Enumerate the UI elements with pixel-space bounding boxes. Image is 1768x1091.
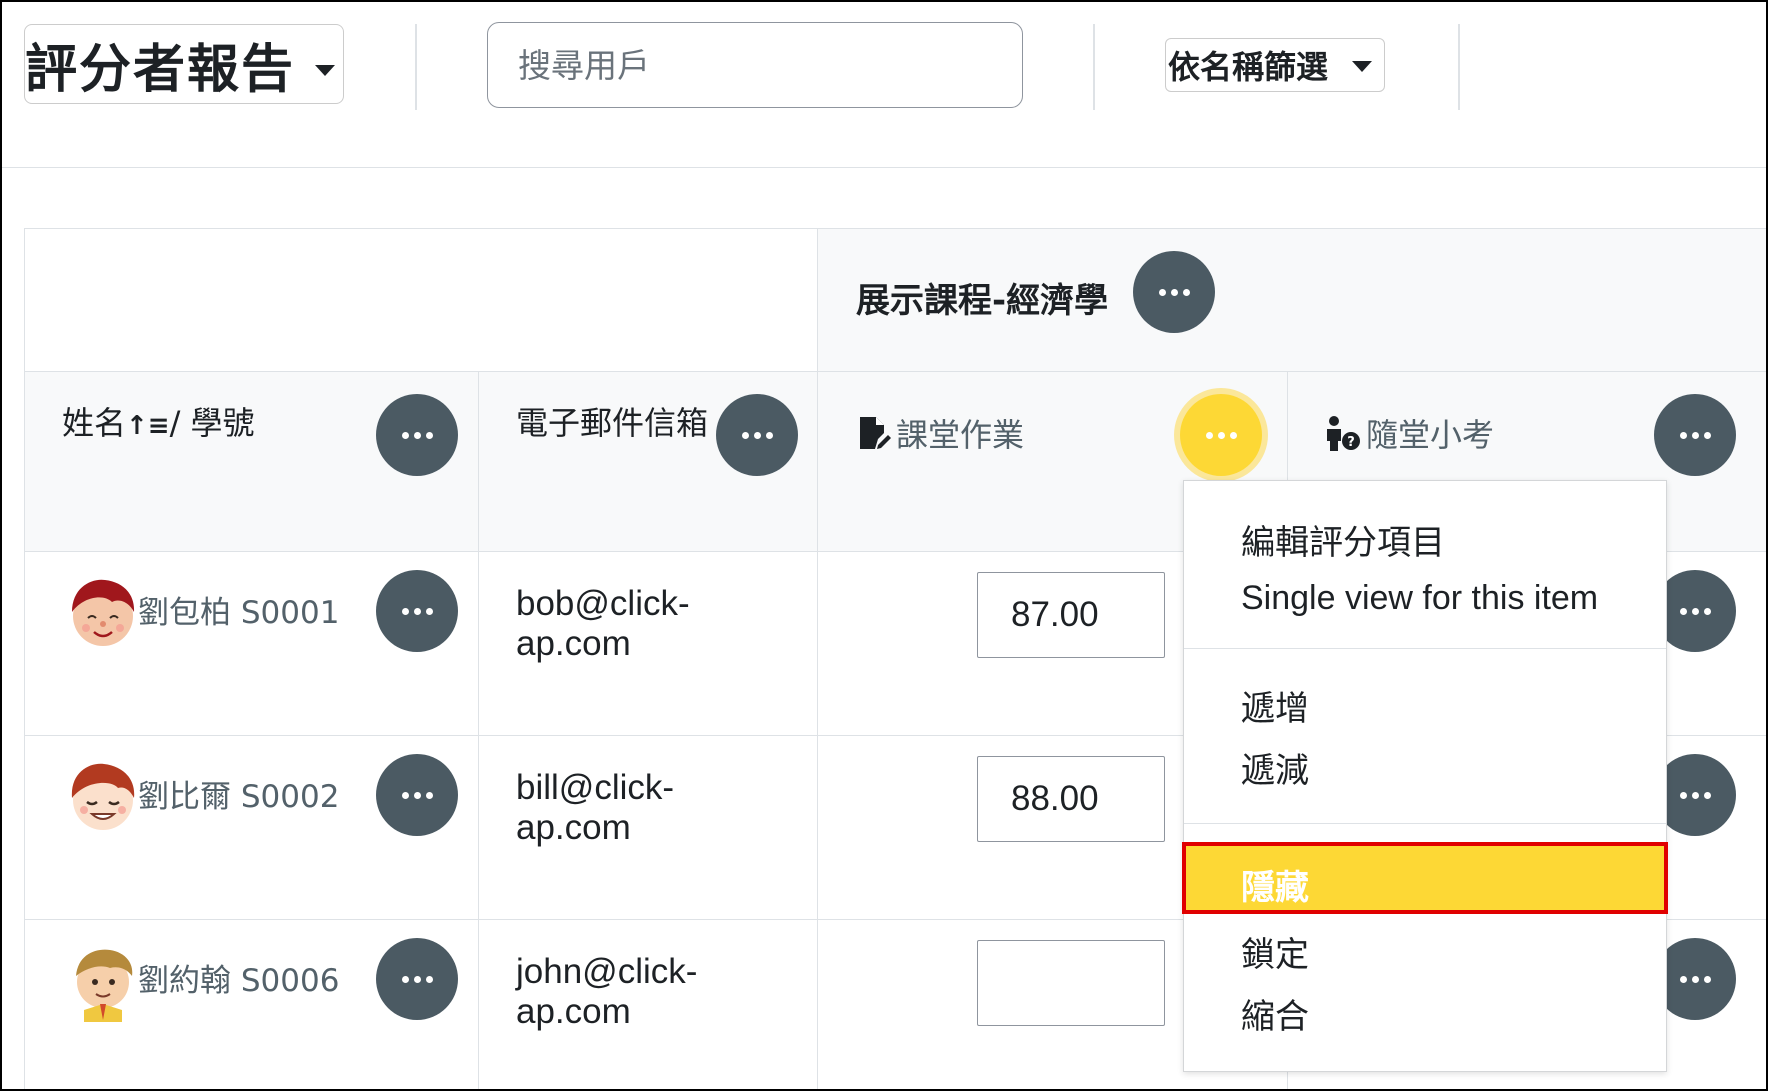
- more-actions-icon: [1679, 431, 1687, 439]
- menu-item-sort-descending[interactable]: 遞減: [1241, 743, 1309, 792]
- more-actions-icon-dot: [413, 791, 421, 799]
- sort-ascending-icon[interactable]: ↑≡: [126, 411, 170, 441]
- menu-item-single-view[interactable]: Single view for this item: [1241, 579, 1598, 618]
- more-actions-icon-dot: [425, 607, 433, 615]
- name-filter-button[interactable]: 依名稱篩選: [1165, 38, 1385, 92]
- more-actions-icon-dot: [1691, 975, 1699, 983]
- more-actions-icon-dot: [425, 431, 433, 439]
- grade-input[interactable]: [977, 756, 1165, 842]
- more-actions-icon: [401, 791, 409, 799]
- more-actions-icon: [401, 607, 409, 615]
- student-actions-button[interactable]: [376, 754, 458, 836]
- more-actions-icon-dot: [1703, 791, 1711, 799]
- more-actions-icon-dot: [1170, 288, 1178, 296]
- assignment-column-actions-button[interactable]: [1180, 394, 1262, 476]
- name-column-header: 姓名↑≡/ 學號: [24, 371, 478, 551]
- category-title: 展示課程-經濟學: [856, 281, 1109, 321]
- more-actions-icon-dot: [1217, 431, 1225, 439]
- report-selector-label: 評分者報告: [25, 39, 296, 100]
- more-actions-icon: [401, 975, 409, 983]
- student-email: john@click-ap.com: [516, 952, 698, 1031]
- table-row-email-cell: john@click-ap.com: [478, 919, 817, 1089]
- student-actions-button[interactable]: [376, 570, 458, 652]
- quiz-item-link[interactable]: ? 隨堂小考: [1324, 410, 1494, 456]
- more-actions-icon: [741, 431, 749, 439]
- table-row-name-cell: 劉約翰 S0006: [24, 919, 478, 1089]
- student-email: bob@click-ap.com: [516, 584, 690, 663]
- more-actions-icon: [1679, 975, 1687, 983]
- grade-input[interactable]: [977, 572, 1165, 658]
- table-row-name-cell: 劉包柏 S0001: [24, 551, 478, 735]
- student-actions-button[interactable]: [376, 938, 458, 1020]
- more-actions-icon-dot: [1691, 431, 1699, 439]
- menu-divider: [1184, 823, 1666, 824]
- student-id-label: / 學號: [169, 404, 255, 442]
- more-actions-icon-dot: [1182, 288, 1190, 296]
- menu-item-hide-label: 隱藏: [1241, 868, 1309, 908]
- email-column-actions-button[interactable]: [716, 394, 798, 476]
- toolbar-divider: [1458, 24, 1460, 110]
- chevron-down-icon: [315, 65, 335, 76]
- more-actions-icon-dot: [413, 607, 421, 615]
- assignment-item-link[interactable]: 課堂作業: [856, 410, 1024, 456]
- more-actions-icon: [1679, 791, 1687, 799]
- more-actions-icon-dot: [1691, 607, 1699, 615]
- avatar: [76, 949, 133, 1022]
- more-actions-icon-dot: [765, 431, 773, 439]
- quiz-icon: ?: [1327, 416, 1360, 451]
- more-actions-icon-dot: [1229, 431, 1237, 439]
- item-actions-dropdown-menu: 編輯評分項目 Single view for this item 遞增 遞減 隱…: [1182, 480, 1668, 1072]
- assignment-icon: [860, 417, 891, 449]
- more-actions-icon-dot: [413, 431, 421, 439]
- name-column-actions-button[interactable]: [376, 394, 458, 476]
- more-actions-icon: [1679, 607, 1687, 615]
- table-row-name-cell: 劉比爾 S0002: [24, 735, 478, 919]
- menu-item-hide[interactable]: 隱藏: [1182, 842, 1668, 914]
- more-actions-icon-dot: [425, 791, 433, 799]
- grade-input[interactable]: [977, 940, 1165, 1026]
- name-filter-label: 依名稱篩選: [1168, 48, 1329, 86]
- category-actions-button[interactable]: [1133, 251, 1215, 333]
- more-actions-icon: [1205, 431, 1213, 439]
- menu-item-collapse[interactable]: 縮合: [1241, 989, 1309, 1038]
- category-spacer-cell: [24, 228, 817, 371]
- quiz-column-actions-button[interactable]: [1654, 394, 1736, 476]
- more-actions-icon-dot: [413, 975, 421, 983]
- more-actions-icon-dot: [1703, 607, 1711, 615]
- menu-item-lock[interactable]: 鎖定: [1241, 927, 1309, 976]
- menu-item-edit-grade-item[interactable]: 編輯評分項目: [1241, 515, 1445, 564]
- email-header-label: 電子郵件信箱: [516, 404, 709, 442]
- category-header-cell: 展示課程-經濟學: [817, 228, 1766, 371]
- more-actions-icon-dot: [1691, 791, 1699, 799]
- email-column-header: 電子郵件信箱: [478, 371, 817, 551]
- student-email: bill@click-ap.com: [516, 768, 675, 847]
- toolbar-divider: [1093, 24, 1095, 110]
- toolbar-bottom-border: [2, 167, 1766, 168]
- more-actions-icon: [401, 431, 409, 439]
- table-row-email-cell: bob@click-ap.com: [478, 551, 817, 735]
- grader-report-window: 評分者報告 依名稱篩選 展示課程-經濟學 姓名↑≡/ 學號 電子郵件: [0, 0, 1768, 1091]
- report-selector[interactable]: 評分者報告: [24, 24, 344, 104]
- student-name-link[interactable]: 劉比爾 S0002: [138, 771, 339, 816]
- assignment-item-label: 課堂作業: [896, 416, 1025, 454]
- avatar: [72, 579, 135, 646]
- avatar: [71, 763, 135, 830]
- chevron-down-icon: [1352, 61, 1372, 72]
- more-actions-icon-dot: [425, 975, 433, 983]
- more-actions-icon-dot: [1703, 431, 1711, 439]
- more-actions-icon-dot: [753, 431, 761, 439]
- student-name-link[interactable]: 劉包柏 S0001: [138, 587, 339, 632]
- svg-text:?: ?: [1347, 435, 1355, 450]
- name-label: 姓名: [62, 404, 127, 442]
- more-actions-icon-dot: [1703, 975, 1711, 983]
- menu-divider: [1184, 648, 1666, 649]
- menu-item-sort-ascending[interactable]: 遞增: [1241, 681, 1309, 730]
- search-users-input[interactable]: [487, 22, 1023, 108]
- table-row-email-cell: bill@click-ap.com: [478, 735, 817, 919]
- toolbar-divider: [415, 24, 417, 110]
- name-header-label: 姓名↑≡/ 學號: [62, 398, 255, 444]
- more-actions-icon: [1158, 288, 1166, 296]
- quiz-item-label: 隨堂小考: [1366, 416, 1495, 454]
- student-name-link[interactable]: 劉約翰 S0006: [138, 955, 339, 1000]
